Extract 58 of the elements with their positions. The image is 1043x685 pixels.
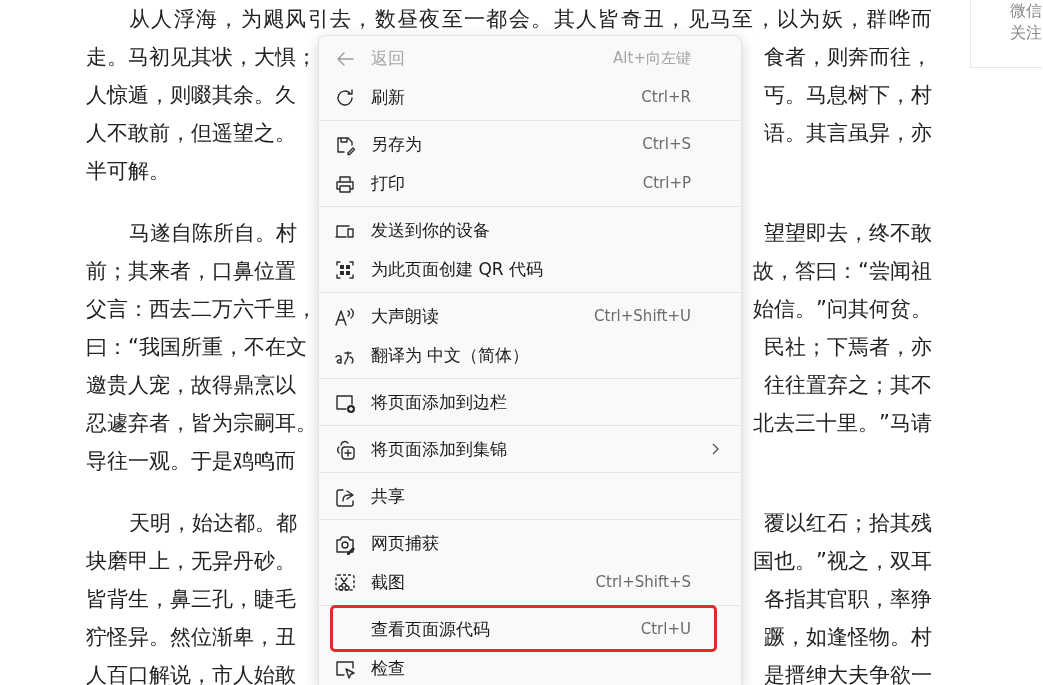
article-text: 块磨甲上，无异丹砂。 <box>86 548 296 575</box>
collection-add-icon <box>334 438 356 461</box>
menu-item[interactable]: 截图 Ctrl+Shift+S <box>319 563 741 602</box>
menu-item[interactable]: 翻译为 中文（简体） <box>319 336 741 375</box>
scissors-icon <box>334 571 356 594</box>
article-text: 人惊遁，则啜其余。久 <box>86 82 296 109</box>
menu-item[interactable]: 另存为 Ctrl+S <box>319 125 741 164</box>
article-text: 天明，始达都。都 <box>128 510 297 537</box>
menu-item[interactable]: 大声朗读 Ctrl+Shift+U <box>319 297 741 336</box>
menu-item[interactable]: 检查 <box>319 649 741 685</box>
article-text: 望望即去，终不敢 <box>764 220 932 247</box>
menu-item[interactable]: 查看页面源代码 Ctrl+U <box>319 610 741 649</box>
shortcut-text: Ctrl+P <box>642 173 691 195</box>
article-text: 蹶，如逢怪物。村 <box>764 624 932 651</box>
article-text: 北去三十里。”马请 <box>753 410 932 437</box>
article-text: 民社；下焉者，亦 <box>764 334 932 361</box>
side-card-text: 关注 <box>1010 22 1042 44</box>
article-text: 人百口解说，市人始敢 <box>86 662 296 685</box>
article-text: 故，答曰：“尝闻祖 <box>753 258 932 285</box>
article-text: 半可解。 <box>86 158 170 185</box>
article-text: 丐。马息树下，村 <box>764 82 932 109</box>
menu-item[interactable]: 共享 <box>319 477 741 516</box>
article-text: 走。马初见其状，大惧； <box>86 44 317 71</box>
shortcut-text: Alt+向左键 <box>613 48 691 70</box>
shortcut-text: Ctrl+R <box>641 87 691 109</box>
menu-item[interactable]: 网页捕获 <box>319 524 741 563</box>
article-text: 各指其官职，率狰 <box>764 586 932 613</box>
menu-item[interactable]: 发送到你的设备 <box>319 211 741 250</box>
article-text: 国也。”视之，双耳 <box>753 548 932 575</box>
article-text: 曰：“我国所重，不在文 <box>86 334 307 361</box>
article-text: 往往置弃之；其不 <box>764 372 932 399</box>
article-text: 食者，则奔而往， <box>764 44 932 71</box>
article-text: 是搢绅大夫争欲一 <box>764 662 932 685</box>
menu-item[interactable]: 刷新 Ctrl+R <box>319 78 741 117</box>
article-text: 从人浮海，为飓风引去，数昼夜至一都会。其人皆奇丑，见马至，以为妖，群哗而 <box>128 6 932 33</box>
article-text: 覆以红石；拾其残 <box>764 510 932 537</box>
menu-item[interactable]: 为此页面创建 QR 代码 <box>319 250 741 289</box>
article-text: 父言：西去二万六千里， <box>86 296 317 323</box>
article-text: 马遂自陈所自。村 <box>128 220 297 247</box>
article-text: 狞怪异。然位渐卑，丑 <box>86 624 296 651</box>
article-text: 邀贵人宠，故得鼎烹以 <box>86 372 296 399</box>
menu-item[interactable]: 打印 Ctrl+P <box>319 164 741 203</box>
article-text: 始信。”问其何贫。 <box>753 296 932 323</box>
shortcut-text: Ctrl+S <box>642 134 691 156</box>
shortcut-text: Ctrl+Shift+U <box>594 306 691 328</box>
article-text: 前；其来者，口鼻位置 <box>86 258 296 285</box>
shortcut-text: Ctrl+U <box>640 619 691 641</box>
side-card-text: 微信 <box>1010 0 1042 22</box>
shortcut-text: Ctrl+Shift+S <box>595 572 691 594</box>
article-text: 人不敢前，但遥望之。 <box>86 120 296 147</box>
article-text: 语。其言虽异，亦 <box>764 120 932 147</box>
menu-item[interactable]: 将页面添加到集锦 <box>319 430 741 469</box>
qr-code-icon <box>334 258 356 281</box>
menu-item[interactable]: 将页面添加到边栏 <box>319 383 741 422</box>
refresh-icon <box>334 86 356 109</box>
article-text: 忍遽弃者，皆为宗嗣耳。 <box>86 410 317 437</box>
article-text: 导往一观。于是鸡鸣而 <box>86 448 296 475</box>
article-text: 皆背生，鼻三孔，睫毛 <box>86 586 296 613</box>
